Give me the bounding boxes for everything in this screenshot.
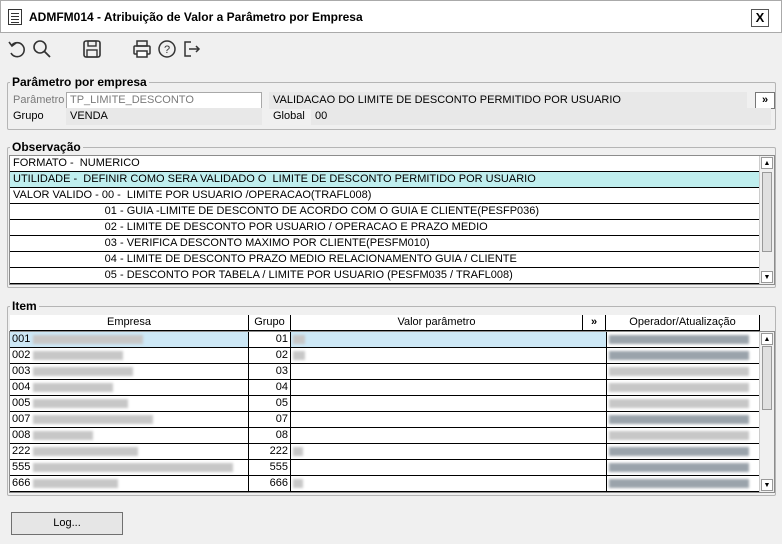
row-valor[interactable] [291,428,607,444]
row-valor[interactable] [291,348,607,364]
observation-list[interactable]: FORMATO - NUMERICO UTILIDADE - DEFINIR C… [9,155,775,285]
toolbar: ? [0,33,782,67]
row-valor[interactable] [291,444,607,460]
scroll-down-icon[interactable]: ▼ [761,271,773,283]
print-icon[interactable] [131,38,153,60]
observation-line: VALOR VALIDO - 00 - LIMITE POR USUARIO /… [10,188,760,204]
document-icon [8,9,22,25]
row-valor[interactable] [291,380,607,396]
param-label: Parâmetro [13,94,65,106]
row-code: 001 [12,333,31,345]
table-row[interactable]: 222 222 [10,444,760,460]
param-legend: Parâmetro por empresa [10,75,149,89]
table-row[interactable]: 003 03 [10,364,760,380]
row-grupo: 01 [249,332,291,348]
column-header-operador[interactable]: Operador/Atualização [606,315,760,331]
observation-line: UTILIDADE - DEFINIR COMO SERA VALIDADO O… [10,172,760,188]
row-code: 004 [12,381,31,393]
items-grid[interactable]: 001 01 002 02 003 03 004 04 005 05 007 0… [9,331,775,493]
items-legend: Item [10,299,39,313]
log-button[interactable]: Log... [11,512,123,535]
row-grupo: 222 [249,444,291,460]
row-code: 222 [12,445,31,457]
row-grupo: 08 [249,428,291,444]
table-row[interactable]: 666 666 [10,476,760,492]
scroll-up-icon[interactable]: ▲ [761,333,773,345]
group-field: VENDA [66,108,262,125]
row-operador [607,444,760,460]
row-code: 002 [12,349,31,361]
column-header-grupo[interactable]: Grupo [249,315,291,331]
table-row[interactable]: 004 04 [10,380,760,396]
window-title: ADMFM014 - Atribuição de Valor a Parâmet… [29,10,363,24]
observation-line: 02 - LIMITE DE DESCONTO POR USUARIO / OP… [10,220,760,236]
row-operador [607,380,760,396]
row-valor[interactable] [291,396,607,412]
row-grupo: 666 [249,476,291,492]
observation-line: FORMATO - NUMERICO [10,156,760,172]
row-operador [607,396,760,412]
observation-legend: Observação [10,140,83,154]
row-code: 666 [12,477,31,489]
exit-icon[interactable] [181,38,203,60]
table-row[interactable]: 007 07 [10,412,760,428]
scroll-thumb[interactable] [762,172,772,252]
row-valor[interactable] [291,460,607,476]
row-grupo: 555 [249,460,291,476]
observation-scrollbar[interactable]: ▲ ▼ [759,156,774,284]
param-description-field: VALIDACAO DO LIMITE DE DESCONTO PERMITID… [269,92,747,109]
column-header-empresa[interactable]: Empresa [10,315,249,331]
observation-line: 01 - GUIA -LIMITE DE DESCONTO DE ACORDO … [10,204,760,220]
row-code: 008 [12,429,31,441]
group-label: Grupo [13,110,44,122]
row-operador [607,412,760,428]
window-titlebar: ADMFM014 - Atribuição de Valor a Parâmet… [0,0,782,33]
row-grupo: 02 [249,348,291,364]
row-operador [607,348,760,364]
row-grupo: 05 [249,396,291,412]
row-grupo: 04 [249,380,291,396]
table-row[interactable]: 555 555 [10,460,760,476]
row-operador [607,364,760,380]
row-grupo: 03 [249,364,291,380]
items-scrollbar[interactable]: ▲ ▼ [759,332,774,492]
scroll-down-icon[interactable]: ▼ [761,479,773,491]
row-code: 003 [12,365,31,377]
row-valor[interactable] [291,332,607,348]
row-code: 007 [12,413,31,425]
undo-icon[interactable] [6,38,28,60]
help-icon[interactable]: ? [156,38,178,60]
global-label: Global [273,110,305,122]
table-row[interactable]: 008 08 [10,428,760,444]
svg-text:?: ? [164,44,170,56]
observation-line: 04 - LIMITE DE DESCONTO PRAZO MEDIO RELA… [10,252,760,268]
row-operador [607,476,760,492]
close-button[interactable]: X [751,9,769,27]
row-grupo: 07 [249,412,291,428]
row-valor[interactable] [291,364,607,380]
observation-line: 03 - VERIFICA DESCONTO MAXIMO POR CLIENT… [10,236,760,252]
row-valor[interactable] [291,476,607,492]
table-row[interactable]: 005 05 [10,396,760,412]
scroll-up-icon[interactable]: ▲ [761,157,773,169]
column-expand-button[interactable]: » [583,315,606,331]
search-icon[interactable] [31,38,53,60]
scroll-thumb[interactable] [762,346,772,410]
column-header-valor[interactable]: Valor parâmetro [291,315,583,331]
row-valor[interactable] [291,412,607,428]
save-icon[interactable] [81,38,103,60]
row-code: 555 [12,461,31,473]
param-field[interactable]: TP_LIMITE_DESCONTO [66,92,262,109]
observation-line: 05 - DESCONTO POR TABELA / LIMITE POR US… [10,268,760,284]
row-operador [607,428,760,444]
param-expand-button[interactable]: » [755,92,775,109]
table-row[interactable]: 002 02 [10,348,760,364]
global-field: 00 [311,108,771,125]
row-operador [607,460,760,476]
table-row[interactable]: 001 01 [10,332,760,348]
row-code: 005 [12,397,31,409]
row-operador [607,332,760,348]
